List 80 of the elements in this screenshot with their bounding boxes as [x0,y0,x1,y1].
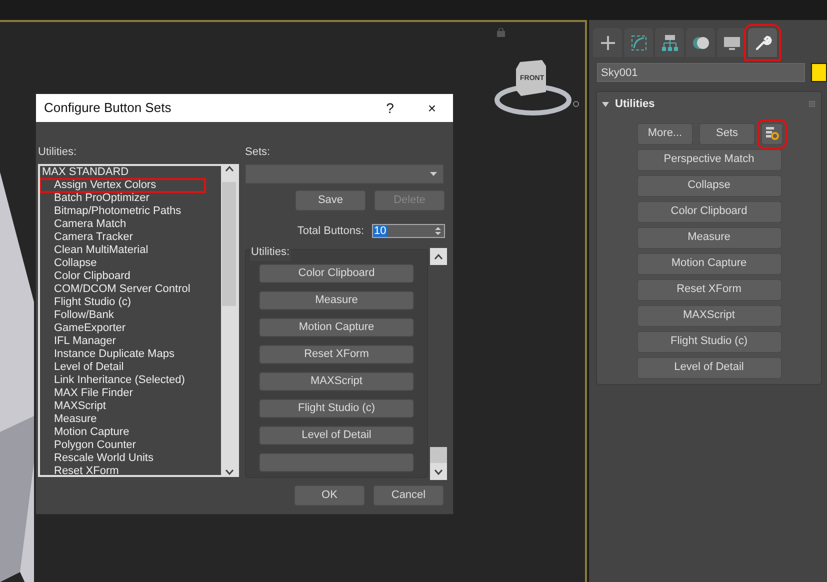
panel-tab[interactable] [686,28,715,57]
utility-button[interactable]: Perspective Match [636,148,782,170]
grip-icon[interactable] [809,101,815,108]
scrollbar[interactable] [221,166,237,474]
list-item[interactable]: MAXScript [40,400,221,412]
utility-button[interactable]: Color Clipboard [636,200,782,222]
list-item[interactable]: Camera Tracker [40,230,221,244]
help-button[interactable]: ? [369,98,411,118]
list-item[interactable]: Assign Vertex Colors [40,178,205,192]
scroll-down-icon[interactable] [224,468,234,474]
utility-button[interactable]: Motion Capture [259,318,414,337]
sets-label: Sets: [245,145,272,160]
utility-button[interactable]: Flight Studio (c) [636,330,782,352]
list-item[interactable]: Rescale World Units [40,452,221,464]
list-header[interactable]: MAX STANDARD [40,166,221,178]
scroll-thumb[interactable] [222,182,236,306]
utility-button[interactable]: Motion Capture [636,252,782,274]
scrollbar[interactable] [430,248,447,480]
list-item[interactable]: Collapse [40,256,221,270]
list-item[interactable]: Level of Detail [40,360,221,374]
scroll-thumb[interactable] [430,447,447,463]
curve-icon [630,34,648,52]
rollout-title[interactable]: Utilities [615,96,655,112]
list-item[interactable]: Batch ProOptimizer [40,192,221,204]
ok-button[interactable]: OK [294,485,365,506]
total-buttons-spinner[interactable]: 10 [372,224,445,238]
wrench-icon [754,34,772,52]
total-buttons-label: Total Buttons: [297,224,364,238]
panel-tab[interactable] [748,28,777,57]
expand-triangle-icon[interactable] [602,102,609,107]
dropdown-arrow-icon [430,172,437,176]
save-button[interactable]: Save [295,190,366,210]
utility-button[interactable]: Collapse [636,174,782,196]
list-item[interactable]: Instance Duplicate Maps [40,348,221,360]
utility-button[interactable]: Level of Detail [636,356,782,378]
utility-button[interactable]: Reset XForm [259,345,414,364]
scroll-down-icon[interactable] [434,468,443,474]
panel-tab[interactable] [624,28,653,57]
list-item[interactable]: Polygon Counter [40,438,221,452]
utility-button[interactable]: Flight Studio (c) [259,399,414,418]
more-button[interactable]: More... [637,122,693,144]
spinner-arrows-icon[interactable] [435,226,441,236]
hierarchy-icon [660,34,678,52]
list-item[interactable]: Motion Capture [40,426,221,438]
list-item[interactable]: Clean MultiMaterial [40,244,221,256]
list-gear-icon [765,126,779,140]
list-item[interactable]: Link Inheritance (Selected) [40,374,221,386]
list-item[interactable]: Follow/Bank [40,308,221,322]
plus-icon [598,34,616,52]
utility-button[interactable]: Reset XForm [636,278,782,300]
utility-button[interactable]: Color Clipboard [259,264,414,283]
panel-tab[interactable] [593,28,622,57]
scroll-up-icon[interactable] [224,166,234,172]
utility-button[interactable]: MAXScript [636,304,782,326]
list-item[interactable]: MAX File Finder [40,386,221,400]
list-item[interactable]: Bitmap/Photometric Paths [40,204,221,218]
dialog-title: Configure Button Sets [44,99,172,118]
list-item[interactable]: COM/DCOM Server Control [40,282,221,296]
panel-tab[interactable] [717,28,746,57]
list-item[interactable]: Color Clipboard [40,270,221,282]
list-item[interactable]: GameExporter [40,322,221,334]
list-item[interactable]: IFL Manager [40,334,221,348]
utility-button[interactable]: Measure [259,291,414,310]
utilities-label: Utilities: [38,145,78,160]
name-field[interactable]: Sky001 [597,63,806,82]
group-label: Utilities: [250,244,291,260]
cancel-button[interactable]: Cancel [373,485,444,506]
panel-tab[interactable] [655,28,684,57]
list-item[interactable]: Camera Match [40,218,221,230]
utility-button[interactable]: Measure [636,226,782,248]
utility-button[interactable]: Level of Detail [259,426,414,445]
utility-button[interactable]: MAXScript [259,372,414,391]
list-item[interactable]: Reset XForm [40,464,221,474]
close-button[interactable]: × [411,98,453,118]
utilities-listbox[interactable] [38,164,239,476]
list-item[interactable]: Measure [40,412,221,426]
list-item[interactable]: Flight Studio (c) [40,296,221,308]
color-swatch[interactable] [811,63,827,82]
scroll-up-icon[interactable] [434,254,443,260]
sets-button[interactable]: Sets [699,122,755,144]
